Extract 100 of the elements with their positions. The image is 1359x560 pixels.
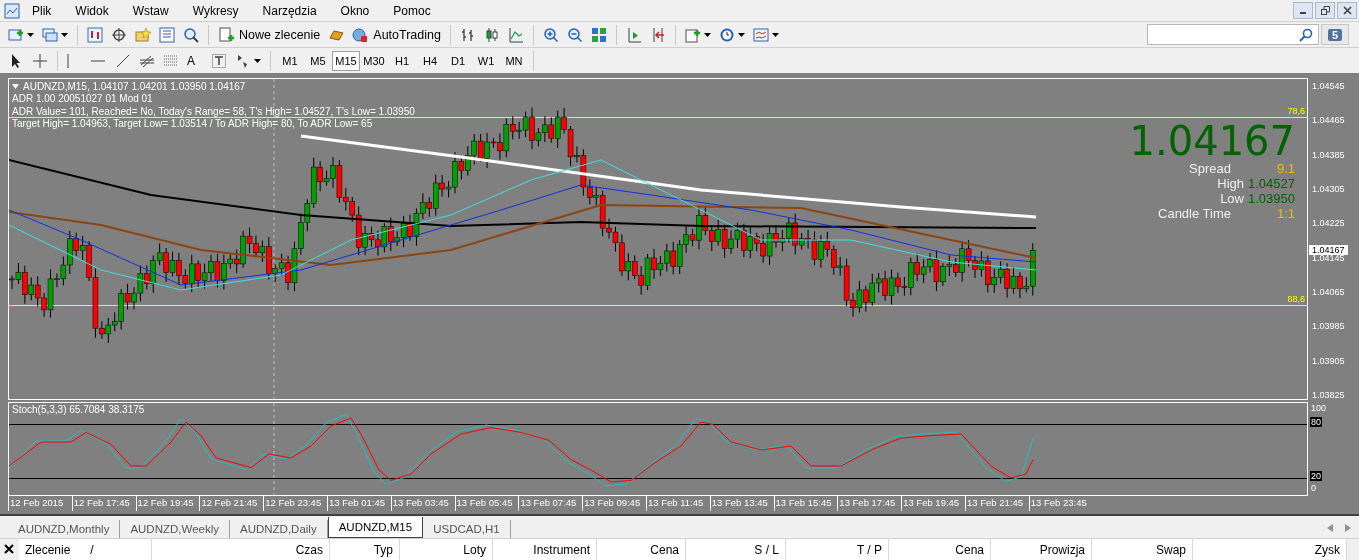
price-axis-label: 1.04305	[1312, 184, 1345, 194]
menu-item[interactable]: Pomoc	[381, 3, 443, 18]
window-plus-icon	[8, 26, 24, 43]
time-axis-label: 13 Feb 15:45	[773, 496, 838, 511]
time-axis-label: 13 Feb 13:45	[709, 496, 774, 511]
last-price: 1.04167	[1129, 121, 1295, 161]
clock-icon	[718, 26, 735, 43]
dotted-grid-icon	[163, 52, 179, 69]
new-order-button[interactable]: Nowe zlecenie	[214, 23, 325, 46]
time-axis-label: 13 Feb 03:45	[390, 496, 455, 511]
menu-item[interactable]: Widok	[63, 3, 121, 18]
indicator-info: ADR Value= 101, Reached= No, Today's Range= 58, T's High= 1.04527, T's Low= 1.03950	[12, 105, 415, 118]
menu-item[interactable]: Narzędzia	[250, 3, 329, 18]
window-plus-icon	[684, 26, 701, 43]
text-tool[interactable]: A	[183, 49, 207, 72]
caret-icon	[27, 32, 34, 37]
column-header[interactable]: Loty	[400, 538, 493, 560]
indicator-info: Target High= 1.04963, Target Low= 1.03514 / To ADR High= 80, To ADR Low= 65	[12, 118, 374, 131]
time-axis-label: 12 Feb 19:45	[135, 496, 200, 511]
time-axis-label: 13 Feb 11:45	[645, 496, 710, 511]
price-axis-label: 1.04385	[1312, 149, 1345, 160]
bar-chart-icon	[459, 26, 476, 43]
stochastic-axis-label: 100	[1310, 403, 1328, 413]
price-axis-label: 1.04065	[1312, 286, 1345, 297]
column-header[interactable]: Czas	[152, 538, 330, 560]
close-icon	[3, 542, 15, 555]
price-axis-label: 1.04145	[1312, 252, 1345, 263]
timeframe-button[interactable]: D1	[444, 50, 472, 71]
price-axis-label: 1.03905	[1312, 355, 1345, 366]
time-axis-label: 12 Feb 21:45	[199, 496, 264, 511]
chart-tab[interactable]: AUDNZD,M15	[327, 517, 424, 538]
timeframe-button[interactable]: MN	[500, 50, 528, 71]
robot-stop-icon	[352, 26, 369, 43]
document-plus-icon	[218, 26, 234, 43]
timeframe-button[interactable]: W1	[472, 50, 500, 71]
timeframe-button[interactable]: M5	[304, 50, 332, 71]
timeframe-button[interactable]: H1	[388, 50, 416, 71]
autotrading-button[interactable]: AutoTrading	[348, 23, 445, 46]
search-field[interactable]	[1147, 24, 1319, 45]
restore-button[interactable]	[1315, 2, 1335, 19]
chart-window-icon	[752, 26, 769, 43]
timeframe-button[interactable]: M1	[276, 50, 304, 71]
stat-value: 1.03950	[1248, 191, 1295, 206]
column-header[interactable]: Swap	[1092, 538, 1193, 560]
time-axis-label: 12 Feb 17:45	[71, 496, 136, 511]
menu-item[interactable]: Okno	[328, 3, 382, 18]
minimize-button[interactable]	[1293, 2, 1313, 19]
line-chart-icon	[507, 26, 524, 43]
column-header[interactable]: Cena	[889, 538, 991, 560]
zoom-in-icon	[542, 26, 559, 43]
price-axis-label: 1.04225	[1312, 218, 1345, 229]
stat-label: Candle Time	[1158, 206, 1231, 221]
time-axis-label: 13 Feb 21:45	[964, 496, 1029, 511]
price-axis-label: 1.04465	[1312, 115, 1345, 126]
messages-button[interactable]: 5	[1321, 24, 1349, 45]
chart-title: AUDNZD,M15, 1.04107 1.04201 1.03950 1.04167	[23, 80, 246, 93]
column-header[interactable]: Instrument	[493, 538, 597, 560]
column-header[interactable]: Typ	[330, 538, 400, 560]
crosshair-icon	[111, 26, 127, 43]
menu-item[interactable]: Wykresy	[180, 3, 251, 18]
indicator-info: ADR 1.00 20051027 01 Mod 01	[12, 93, 154, 106]
list-panel-icon	[159, 26, 175, 43]
chart-tab[interactable]: AUDNZD,Weekly	[120, 520, 230, 538]
chart-window-icon	[4, 2, 20, 19]
timeframe-button[interactable]: M15	[332, 50, 360, 71]
menu-item[interactable]: Wstaw	[120, 3, 181, 18]
caret-icon	[703, 32, 711, 37]
candlestick-icon	[483, 26, 500, 43]
time-axis-label: 13 Feb 07:45	[518, 496, 583, 511]
close-button[interactable]	[1337, 2, 1357, 19]
column-header[interactable]: Zysk	[1193, 538, 1347, 560]
collapse-triangle-icon	[12, 84, 19, 89]
caret-icon	[254, 58, 261, 63]
scroll-right-icon[interactable]	[1345, 524, 1351, 532]
scroll-left-icon[interactable]	[1327, 524, 1333, 532]
column-header[interactable]: Cena	[597, 538, 686, 560]
text-frame-icon	[211, 52, 227, 69]
menu-item[interactable]: Plik	[20, 3, 64, 18]
chart-tab[interactable]: USDCAD,H1	[423, 520, 511, 538]
chart-tab[interactable]: AUDNZD,Daily	[230, 520, 328, 538]
caret-icon	[771, 32, 779, 37]
restore-icon	[1320, 6, 1330, 15]
caret-icon	[61, 32, 68, 37]
timeframe-button[interactable]: M30	[360, 50, 388, 71]
stat-value: 1.04527	[1248, 176, 1295, 191]
column-header[interactable]: Zlecenie /	[19, 538, 152, 560]
windows-icon	[42, 26, 58, 43]
zoom-out-icon	[566, 26, 583, 43]
level-label: 78,6	[1287, 106, 1305, 116]
stat-label: Low	[1220, 191, 1244, 206]
message-count: 5	[1327, 28, 1343, 41]
stochastic-axis-label: 20	[1310, 471, 1322, 481]
column-header[interactable]: T / P	[786, 538, 889, 560]
star-folder-icon	[135, 26, 151, 43]
column-header[interactable]: S / L	[686, 538, 786, 560]
column-header[interactable]: Prowizja	[991, 538, 1092, 560]
price-axis-label: 1.03825	[1312, 389, 1345, 400]
close-icon	[1342, 6, 1352, 15]
timeframe-button[interactable]: H4	[416, 50, 444, 71]
chart-tab[interactable]: AUDNZD,Monthly	[8, 520, 121, 538]
